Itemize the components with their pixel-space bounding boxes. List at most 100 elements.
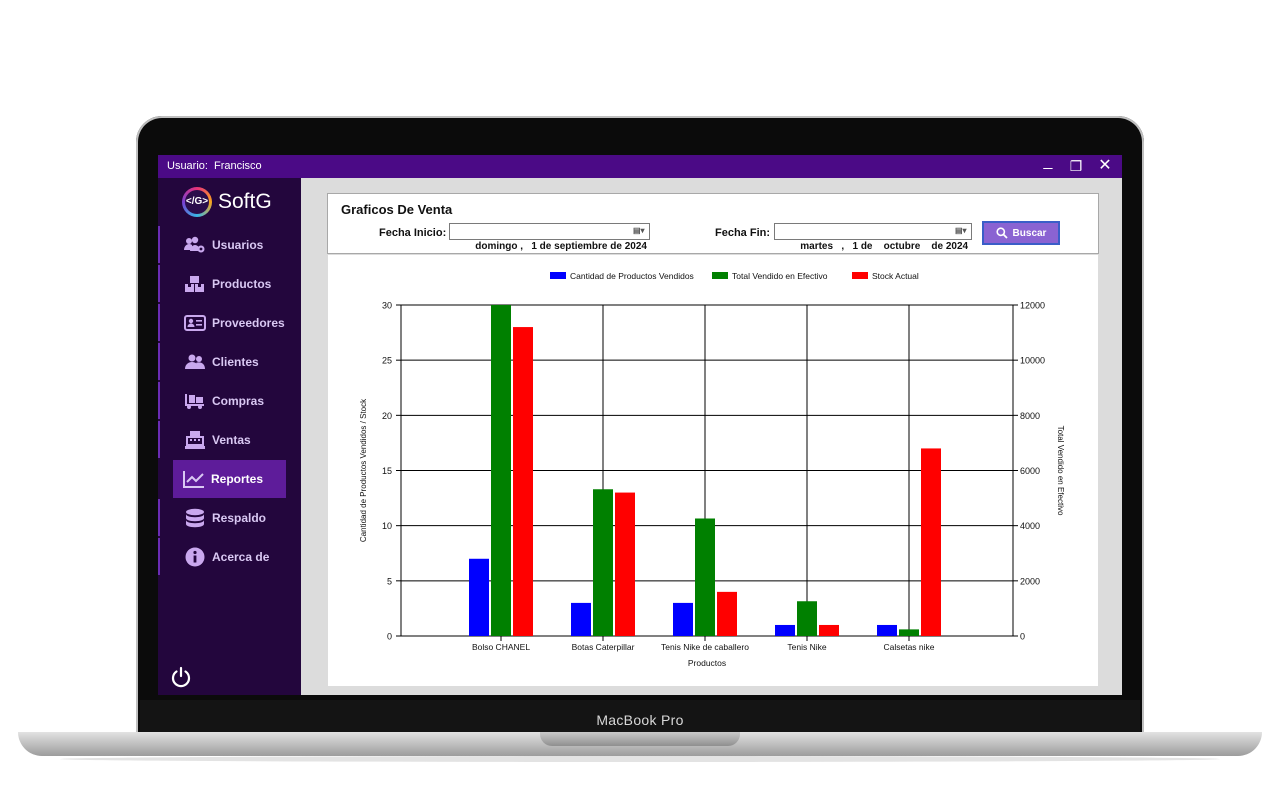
bar <box>491 305 511 636</box>
x-tick-label: Tenis Nike <box>787 642 826 652</box>
x-axis-title: Productos <box>688 658 726 668</box>
filter-panel: Graficos De Venta Fecha Inicio: domingo … <box>327 193 1099 254</box>
calendar-dropdown-icon[interactable]: ▤▾ <box>633 226 647 236</box>
y2-tick-label: 0 <box>1020 632 1025 642</box>
minimize-button[interactable]: _ <box>1038 155 1058 171</box>
close-button[interactable]: ✕ <box>1095 157 1115 175</box>
restore-button[interactable]: ❐ <box>1066 157 1086 175</box>
y2-tick-label: 6000 <box>1020 466 1040 476</box>
boxes-icon <box>184 273 206 295</box>
y-tick-label: 10 <box>382 521 392 531</box>
start-date-label: Fecha Inicio: <box>379 227 447 239</box>
sidebar-item-label: Clientes <box>212 354 259 369</box>
bar <box>775 624 795 636</box>
legend-swatch <box>550 272 566 279</box>
sidebar-item-label: Proveedores <box>212 315 285 330</box>
sidebar-item-usuarios[interactable]: Usuarios <box>158 226 290 263</box>
y2-tick-label: 2000 <box>1020 576 1040 586</box>
logo-mark-text: </G> <box>185 190 209 214</box>
user-label: Usuario: <box>167 160 208 172</box>
sidebar-item-label: Ventas <box>212 432 251 447</box>
database-icon <box>184 507 206 529</box>
legend-label: Total Vendido en Efectivo <box>732 271 828 281</box>
y2-tick-label: 8000 <box>1020 411 1040 421</box>
x-tick-label: Bolso CHANEL <box>472 642 530 652</box>
sidebar-item-reportes[interactable]: Reportes <box>173 460 286 498</box>
bar <box>513 327 533 636</box>
title-bar: Usuario: Francisco _ ❐ ✕ <box>158 155 1122 178</box>
y-tick-label: 30 <box>382 301 392 311</box>
x-tick-label: Botas Caterpillar <box>572 642 635 652</box>
bar <box>717 591 737 636</box>
search-button[interactable]: Buscar <box>982 221 1060 245</box>
sidebar-item-compras[interactable]: Compras <box>158 382 290 419</box>
legend-label: Cantidad de Productos Vendidos <box>570 271 694 281</box>
sidebar-item-productos[interactable]: Productos <box>158 265 290 302</box>
bar <box>819 624 839 636</box>
chart-line-icon <box>183 468 205 490</box>
laptop-notch <box>540 732 740 746</box>
sidebar-item-proveedores[interactable]: Proveedores <box>158 304 290 341</box>
chart-svg: Cantidad de Productos Vendidos Total Vend… <box>359 271 1065 668</box>
users-icon <box>184 351 206 373</box>
legend-label: Stock Actual <box>872 271 919 281</box>
sidebar-item-label: Compras <box>212 393 265 408</box>
y-tick-label: 20 <box>382 411 392 421</box>
bar <box>615 492 635 636</box>
info-circle-icon <box>184 546 206 568</box>
bar <box>673 602 693 636</box>
sidebar-item-ventas[interactable]: Ventas <box>158 421 290 458</box>
logo-mark-icon: </G> <box>182 187 212 217</box>
logo-text: SoftG <box>218 190 272 213</box>
bar <box>921 448 941 636</box>
y2-tick-label: 12000 <box>1020 301 1045 311</box>
dolly-icon <box>184 390 206 412</box>
sidebar-item-label: Productos <box>212 276 272 291</box>
sidebar: </G> SoftG Usuarios Productos Proveedore… <box>158 178 301 695</box>
legend-swatch <box>852 272 868 279</box>
end-date-label: Fecha Fin: <box>715 227 771 239</box>
user-name: Francisco <box>213 160 262 172</box>
sales-chart: Cantidad de Productos Vendidos Total Vend… <box>328 255 1098 686</box>
sidebar-item-clientes[interactable]: Clientes <box>158 343 290 380</box>
bar <box>877 624 897 636</box>
calendar-dropdown-icon[interactable]: ▤▾ <box>955 226 969 236</box>
sidebar-item-label: Acerca de <box>212 549 270 564</box>
y2-tick-label: 10000 <box>1020 356 1045 366</box>
search-icon <box>995 227 1008 239</box>
end-date-picker[interactable]: martes , 1 de octubre de 2024 ▤▾ <box>774 223 972 252</box>
start-date-value: domingo , 1 de septiembre de 2024 <box>475 241 647 252</box>
app-screen: Usuario: Francisco _ ❐ ✕ </G> SoftG Usuar… <box>158 155 1122 695</box>
bar <box>469 558 489 636</box>
y-tick-label: 5 <box>387 576 392 586</box>
sidebar-item-acerca-de[interactable]: Acerca de <box>158 538 290 575</box>
bar <box>797 601 817 636</box>
y2-axis-title: Total Vendido en Efectivo <box>1056 426 1065 516</box>
sidebar-item-label: Usuarios <box>212 237 264 252</box>
x-tick-label: Tenis Nike de caballero <box>661 642 749 652</box>
page-title: Graficos De Venta <box>341 202 453 217</box>
current-user: Usuario: Francisco <box>167 160 268 172</box>
bar <box>593 489 613 636</box>
bar <box>899 629 919 636</box>
y-tick-label: 25 <box>382 356 392 366</box>
y-tick-label: 15 <box>382 466 392 476</box>
bar <box>571 602 591 636</box>
end-date-value: martes , 1 de octubre de 2024 <box>800 241 969 252</box>
address-card-icon <box>184 312 206 334</box>
content-area: Graficos De Venta Fecha Inicio: domingo … <box>301 178 1122 695</box>
users-gear-icon <box>184 234 206 256</box>
laptop-shadow <box>60 756 1220 762</box>
logo: </G> SoftG <box>182 186 272 218</box>
laptop-model-label: MacBook Pro <box>596 712 684 728</box>
cash-register-icon <box>184 429 206 451</box>
bar <box>695 518 715 636</box>
y-tick-label: 0 <box>387 632 392 642</box>
sidebar-item-label: Respaldo <box>212 510 267 525</box>
power-icon[interactable] <box>170 666 192 688</box>
sidebar-item-respaldo[interactable]: Respaldo <box>158 499 290 536</box>
sidebar-item-label: Reportes <box>211 472 264 486</box>
legend-swatch <box>712 272 728 279</box>
y2-tick-label: 4000 <box>1020 521 1040 531</box>
start-date-picker[interactable]: domingo , 1 de septiembre de 2024 ▤▾ <box>449 223 650 252</box>
